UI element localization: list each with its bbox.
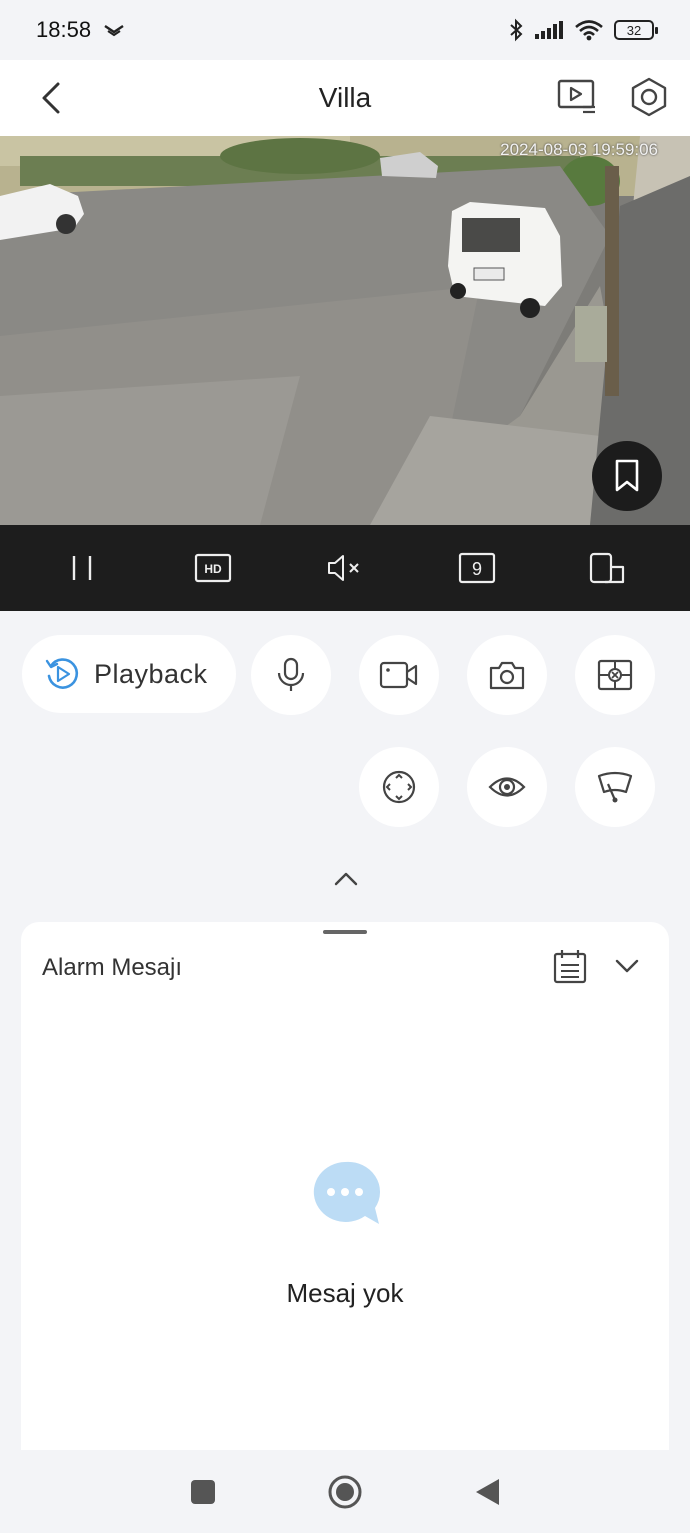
playlist-button[interactable] bbox=[556, 76, 598, 118]
rotate-screen-button[interactable] bbox=[578, 538, 638, 598]
drag-handle[interactable] bbox=[323, 930, 367, 934]
bluetooth-icon bbox=[510, 18, 523, 42]
chevron-down-icon[interactable] bbox=[613, 954, 641, 978]
header-actions bbox=[556, 76, 670, 118]
playlist-icon bbox=[557, 79, 595, 114]
snapshot-button[interactable] bbox=[467, 635, 547, 715]
bookmark-button[interactable] bbox=[592, 441, 662, 511]
video-frame bbox=[0, 136, 690, 525]
record-video-button[interactable] bbox=[359, 635, 439, 715]
hd-icon: HD bbox=[195, 553, 232, 583]
ptz-button[interactable] bbox=[359, 747, 439, 827]
playback-icon bbox=[45, 658, 79, 689]
page-title: Villa bbox=[318, 82, 372, 113]
status-bar: 18:58 32 bbox=[0, 0, 690, 60]
chat-bubble-icon bbox=[313, 1161, 381, 1224]
smart-detect-button[interactable] bbox=[575, 635, 655, 715]
wifi-icon bbox=[575, 20, 603, 41]
empty-message: Mesaj yok bbox=[286, 1278, 404, 1308]
battery-icon: 32 bbox=[614, 20, 658, 40]
record-video-icon bbox=[379, 661, 418, 689]
back-button[interactable] bbox=[36, 80, 70, 116]
wiper-button[interactable] bbox=[575, 747, 655, 827]
smart-detect-icon bbox=[597, 659, 633, 691]
hd-button[interactable]: HD bbox=[183, 538, 243, 598]
wiper-icon bbox=[597, 771, 633, 803]
microphone-icon bbox=[277, 657, 305, 691]
split-screen-button[interactable]: 9 bbox=[447, 538, 507, 598]
bookmark-icon bbox=[615, 459, 639, 492]
split-screen-icon: 9 bbox=[458, 552, 495, 584]
alarm-title: Alarm Mesajı bbox=[42, 954, 183, 981]
recent-apps-icon[interactable] bbox=[189, 1478, 217, 1506]
pause-button[interactable] bbox=[52, 538, 112, 598]
hd-label: HD bbox=[205, 562, 223, 576]
app-header: Villa bbox=[0, 60, 690, 136]
mute-button[interactable] bbox=[315, 538, 375, 598]
status-right: 32 bbox=[508, 18, 658, 42]
eye-button[interactable] bbox=[467, 747, 547, 827]
action-panel: Playback bbox=[0, 611, 690, 911]
signal-icon bbox=[535, 21, 563, 39]
home-icon[interactable] bbox=[327, 1474, 363, 1510]
video-timestamp: 2024-08-03 19:59:06 bbox=[500, 140, 658, 159]
status-time: 18:58 bbox=[36, 17, 92, 42]
back-nav-icon[interactable] bbox=[473, 1477, 501, 1507]
notification-icon bbox=[104, 25, 124, 37]
player-controls: HD 9 bbox=[0, 525, 690, 611]
playback-button[interactable]: Playback bbox=[22, 635, 236, 713]
calendar-icon[interactable] bbox=[551, 948, 589, 986]
battery-level: 32 bbox=[626, 22, 642, 38]
eye-icon bbox=[488, 777, 526, 797]
pause-icon bbox=[72, 556, 91, 580]
settings-hexagon-icon bbox=[631, 77, 667, 117]
rotate-screen-icon bbox=[590, 552, 625, 584]
playback-label: Playback bbox=[94, 658, 208, 689]
ptz-icon bbox=[382, 770, 416, 804]
camera-icon bbox=[489, 661, 525, 690]
settings-button[interactable] bbox=[628, 76, 670, 118]
microphone-button[interactable] bbox=[251, 635, 331, 715]
alarm-panel: Alarm Mesajı Mesaj yok bbox=[21, 922, 669, 1450]
navigation-bar bbox=[0, 1450, 690, 1533]
camera-video[interactable]: 2024-08-03 19:59:06 bbox=[0, 136, 690, 525]
chevron-up-icon[interactable] bbox=[330, 867, 362, 891]
mute-icon bbox=[327, 555, 359, 581]
split-label: 9 bbox=[472, 559, 482, 579]
